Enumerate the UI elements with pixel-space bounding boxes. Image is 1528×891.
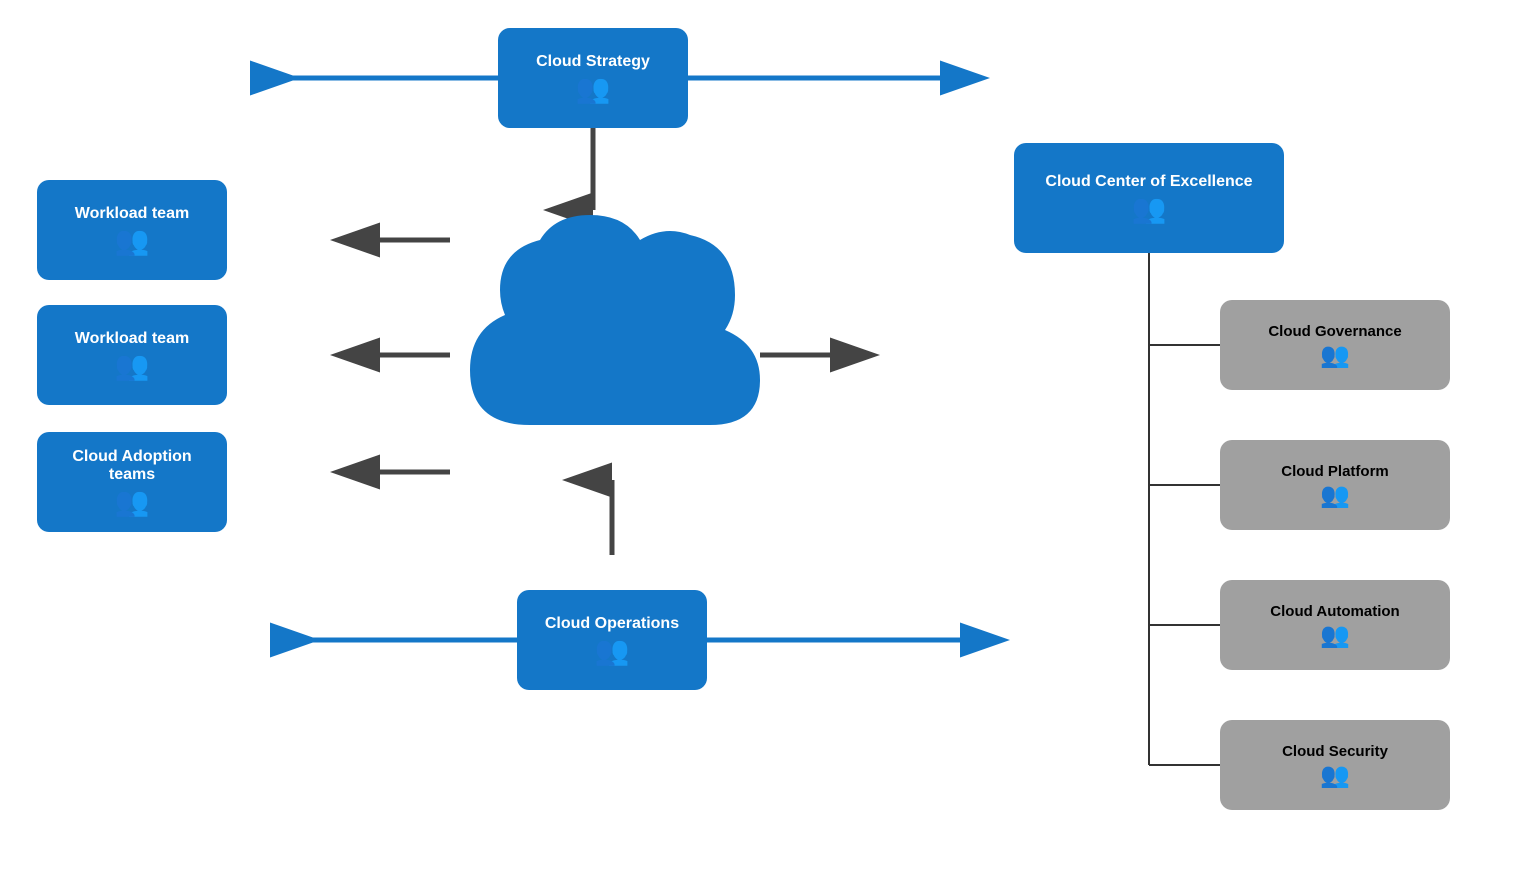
cloud-governance-box: Cloud Governance 👥 xyxy=(1220,300,1450,390)
cloud-automation-icon: 👥 xyxy=(1320,624,1350,648)
cloud-platform-icon: 👥 xyxy=(1320,484,1350,508)
cloud-adoption-teams-icon: 👥 xyxy=(115,488,150,516)
cloud-center-of-excellence-icon: 👥 xyxy=(1132,195,1167,223)
cloud-adoption-teams-box: Cloud Adoption teams 👥 xyxy=(37,432,227,532)
cloud-center-of-excellence-label: Cloud Center of Excellence xyxy=(1045,173,1252,191)
cloud-governance-label: Cloud Governance xyxy=(1268,323,1401,340)
workload-team-2-label: Workload team xyxy=(75,330,189,348)
cloud-operations-label: Cloud Operations xyxy=(545,615,679,633)
cloud-platform-box: Cloud Platform 👥 xyxy=(1220,440,1450,530)
cloud-adoption-teams-label: Cloud Adoption teams xyxy=(53,448,211,484)
cloud-svg xyxy=(430,195,780,475)
cloud-operations-icon: 👥 xyxy=(595,637,630,665)
workload-team-1-label: Workload team xyxy=(75,205,189,223)
cloud-center-of-excellence-box: Cloud Center of Excellence 👥 xyxy=(1014,143,1284,253)
cloud-shape xyxy=(430,195,780,480)
cloud-security-label: Cloud Security xyxy=(1282,743,1388,760)
cloud-strategy-icon: 👥 xyxy=(576,75,611,103)
workload-team-1-box: Workload team 👥 xyxy=(37,180,227,280)
diagram: Cloud Strategy 👥 Workload team 👥 Workloa… xyxy=(0,0,1528,891)
cloud-automation-label: Cloud Automation xyxy=(1270,603,1399,620)
workload-team-2-box: Workload team 👥 xyxy=(37,305,227,405)
workload-team-2-icon: 👥 xyxy=(115,352,150,380)
cloud-strategy-label: Cloud Strategy xyxy=(536,53,650,71)
cloud-platform-label: Cloud Platform xyxy=(1281,463,1389,480)
cloud-security-box: Cloud Security 👥 xyxy=(1220,720,1450,810)
cloud-governance-icon: 👥 xyxy=(1320,344,1350,368)
cloud-security-icon: 👥 xyxy=(1320,764,1350,788)
cloud-automation-box: Cloud Automation 👥 xyxy=(1220,580,1450,670)
cloud-strategy-box: Cloud Strategy 👥 xyxy=(498,28,688,128)
cloud-operations-box: Cloud Operations 👥 xyxy=(517,590,707,690)
workload-team-1-icon: 👥 xyxy=(115,227,150,255)
